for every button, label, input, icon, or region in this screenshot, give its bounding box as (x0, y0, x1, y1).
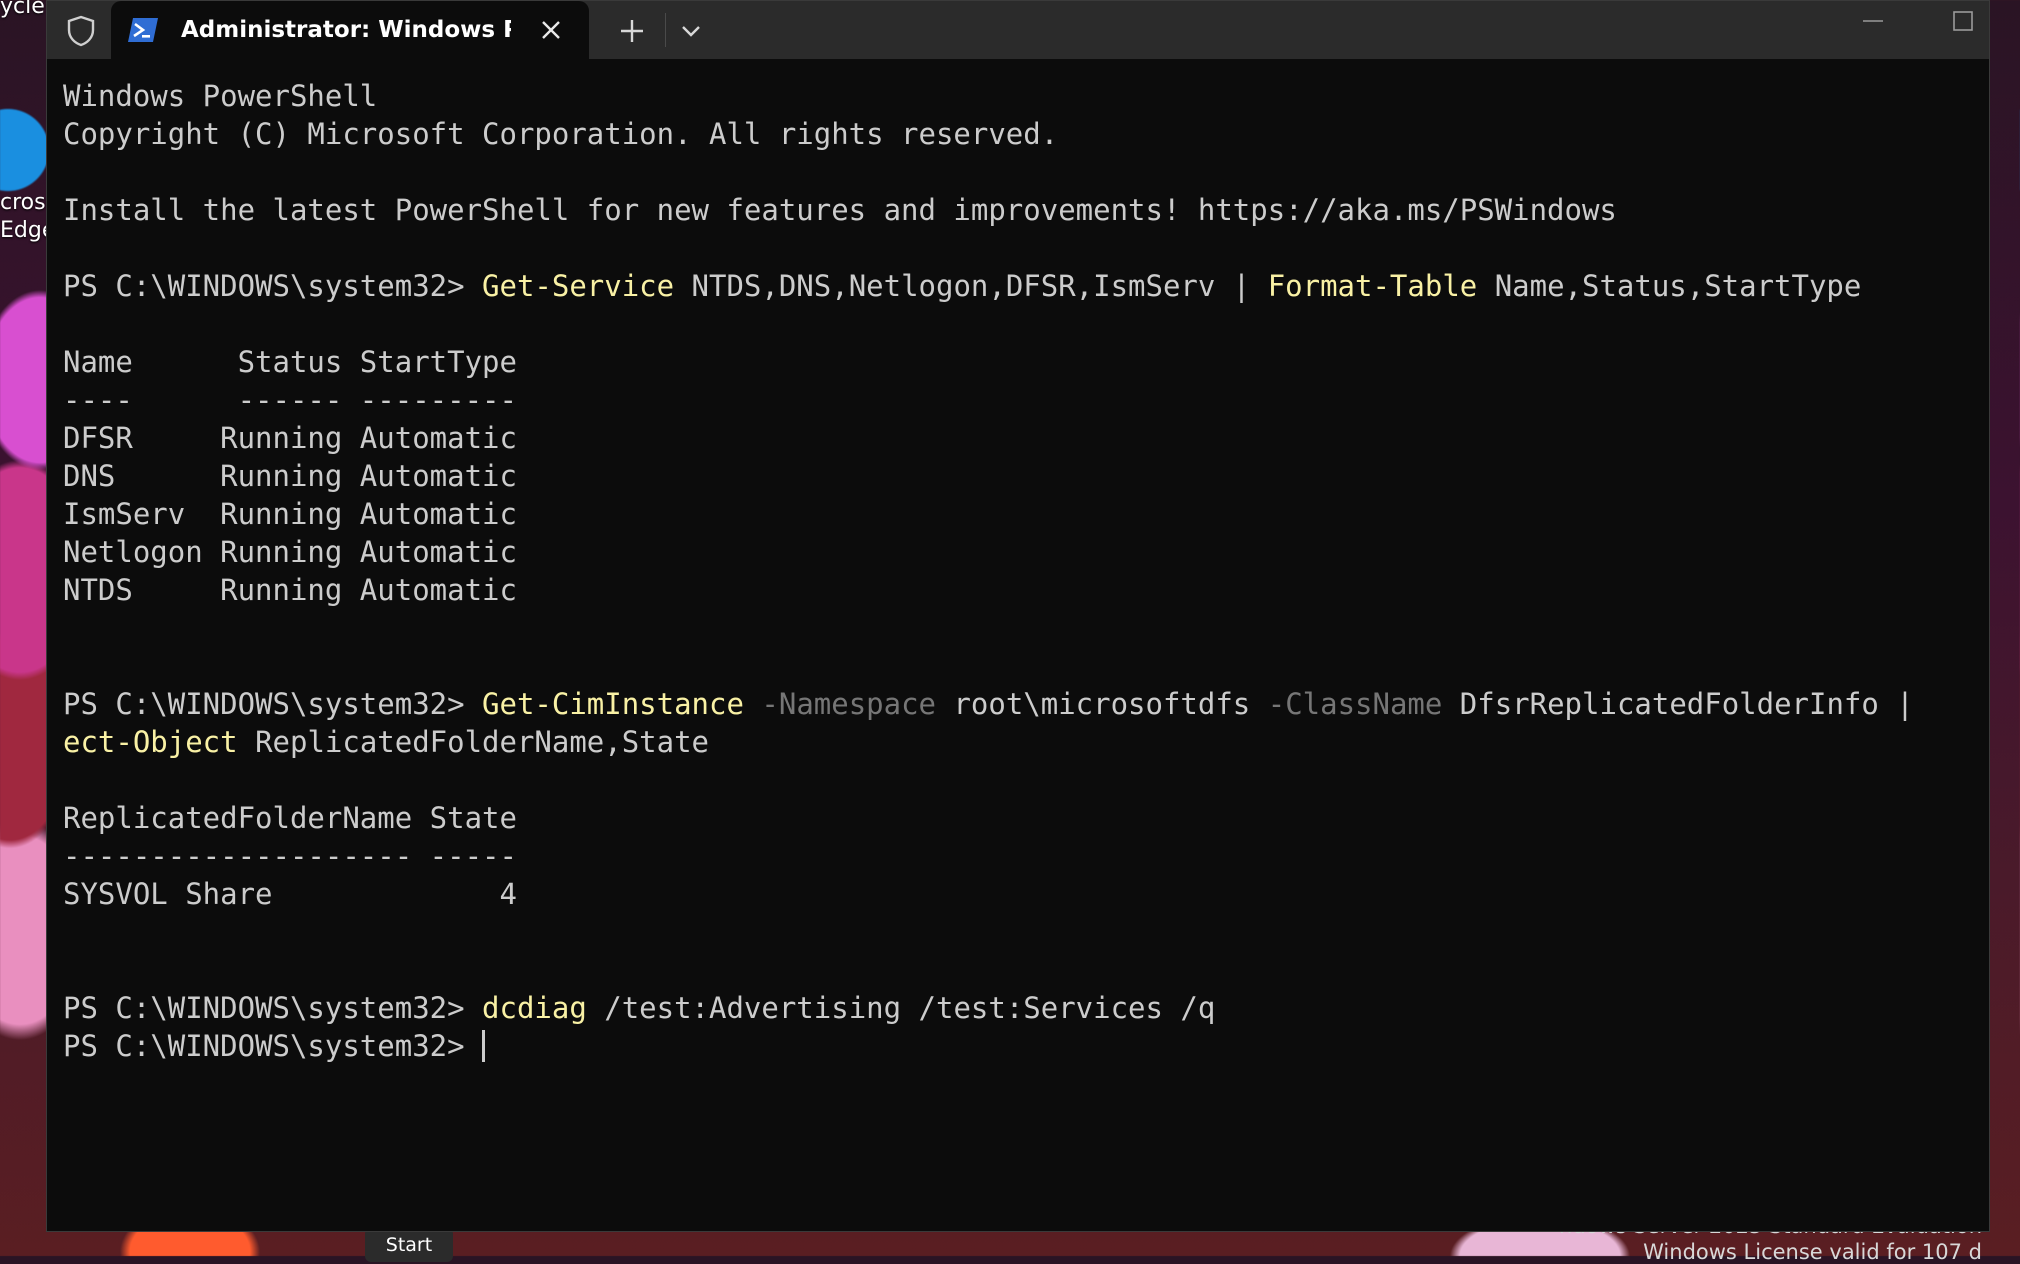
table-row: IsmServ Running Automatic (63, 497, 517, 531)
command-line-wrap: ect-Object ReplicatedFolderName,State (63, 723, 1973, 761)
prompt: PS C:\WINDOWS\system32> (63, 687, 483, 721)
cmdlet: Get-CimInstance (482, 687, 744, 721)
cmd-args: NTDS,DNS,Netlogon,DFSR,IsmServ | (674, 269, 1268, 303)
cmdlet: ect-Object (63, 725, 238, 759)
text-cursor (482, 1030, 486, 1062)
active-prompt-line[interactable]: PS C:\WINDOWS\system32> (63, 1027, 1973, 1065)
cmd-args: Name,Status,StartType (1477, 269, 1862, 303)
table-underline: -------------------- ----- (63, 839, 517, 873)
cmdlet: Format-Table (1267, 269, 1478, 303)
start-button[interactable]: Start (365, 1228, 453, 1262)
cmd-args: /test:Advertising /test:Services /q (586, 991, 1216, 1025)
table-row: Netlogon Running Automatic (63, 535, 517, 569)
powershell-icon (123, 10, 163, 50)
tab-powershell[interactable]: Administrator: Windows Powe (111, 1, 589, 59)
banner-line: Windows PowerShell (63, 79, 378, 113)
chevron-down-icon[interactable] (671, 11, 711, 51)
table-header: ReplicatedFolderName State (63, 801, 517, 835)
command-line: PS C:\WINDOWS\system32> dcdiag /test:Adv… (63, 989, 1973, 1027)
maximize-icon[interactable] (1943, 1, 1983, 41)
command-line: PS C:\WINDOWS\system32> Get-CimInstance … (63, 685, 1973, 723)
close-icon[interactable] (531, 10, 571, 50)
table-row: DFSR Running Automatic (63, 421, 517, 455)
prompt: PS C:\WINDOWS\system32> (63, 269, 483, 303)
title-bar: Administrator: Windows Powe (47, 1, 1989, 59)
table-underline: ---- ------ --------- (63, 383, 517, 417)
recycle-bin-label: ycle (0, 0, 45, 19)
table-row: SYSVOL Share 4 (63, 877, 517, 911)
table-row: DNS Running Automatic (63, 459, 517, 493)
prompt: PS C:\WINDOWS\system32> (63, 991, 483, 1025)
console-output[interactable]: Windows PowerShell Copyright (C) Microso… (63, 77, 1973, 1217)
cmd-value: DfsrReplicatedFolderInfo | (1442, 687, 1914, 721)
command-line: PS C:\WINDOWS\system32> Get-Service NTDS… (63, 267, 1973, 305)
tab-title: Administrator: Windows Powe (181, 17, 511, 43)
tab-separator (665, 13, 666, 47)
terminal-window: Administrator: Windows Powe Windows Powe… (46, 0, 1990, 1232)
edge-icon[interactable] (0, 92, 46, 182)
plus-icon[interactable] (612, 11, 652, 51)
minimize-icon[interactable] (1853, 1, 1893, 41)
cmdlet: Get-Service (482, 269, 675, 303)
table-row: NTDS Running Automatic (63, 573, 517, 607)
cmd-param: -Namespace (743, 687, 936, 721)
banner-line: Install the latest PowerShell for new fe… (63, 193, 1617, 227)
prompt: PS C:\WINDOWS\system32> (63, 1029, 483, 1063)
table-header: Name Status StartType (63, 345, 517, 379)
cmd-value: root\microsoftdfs (936, 687, 1251, 721)
watermark-line2: Windows License valid for 107 d (1643, 1240, 1982, 1264)
cmd-param: -ClassName (1250, 687, 1443, 721)
cmdlet: dcdiag (482, 991, 587, 1025)
banner-line: Copyright (C) Microsoft Corporation. All… (63, 117, 1059, 151)
shield-icon (61, 11, 101, 51)
cmd-args: ReplicatedFolderName,State (237, 725, 710, 759)
